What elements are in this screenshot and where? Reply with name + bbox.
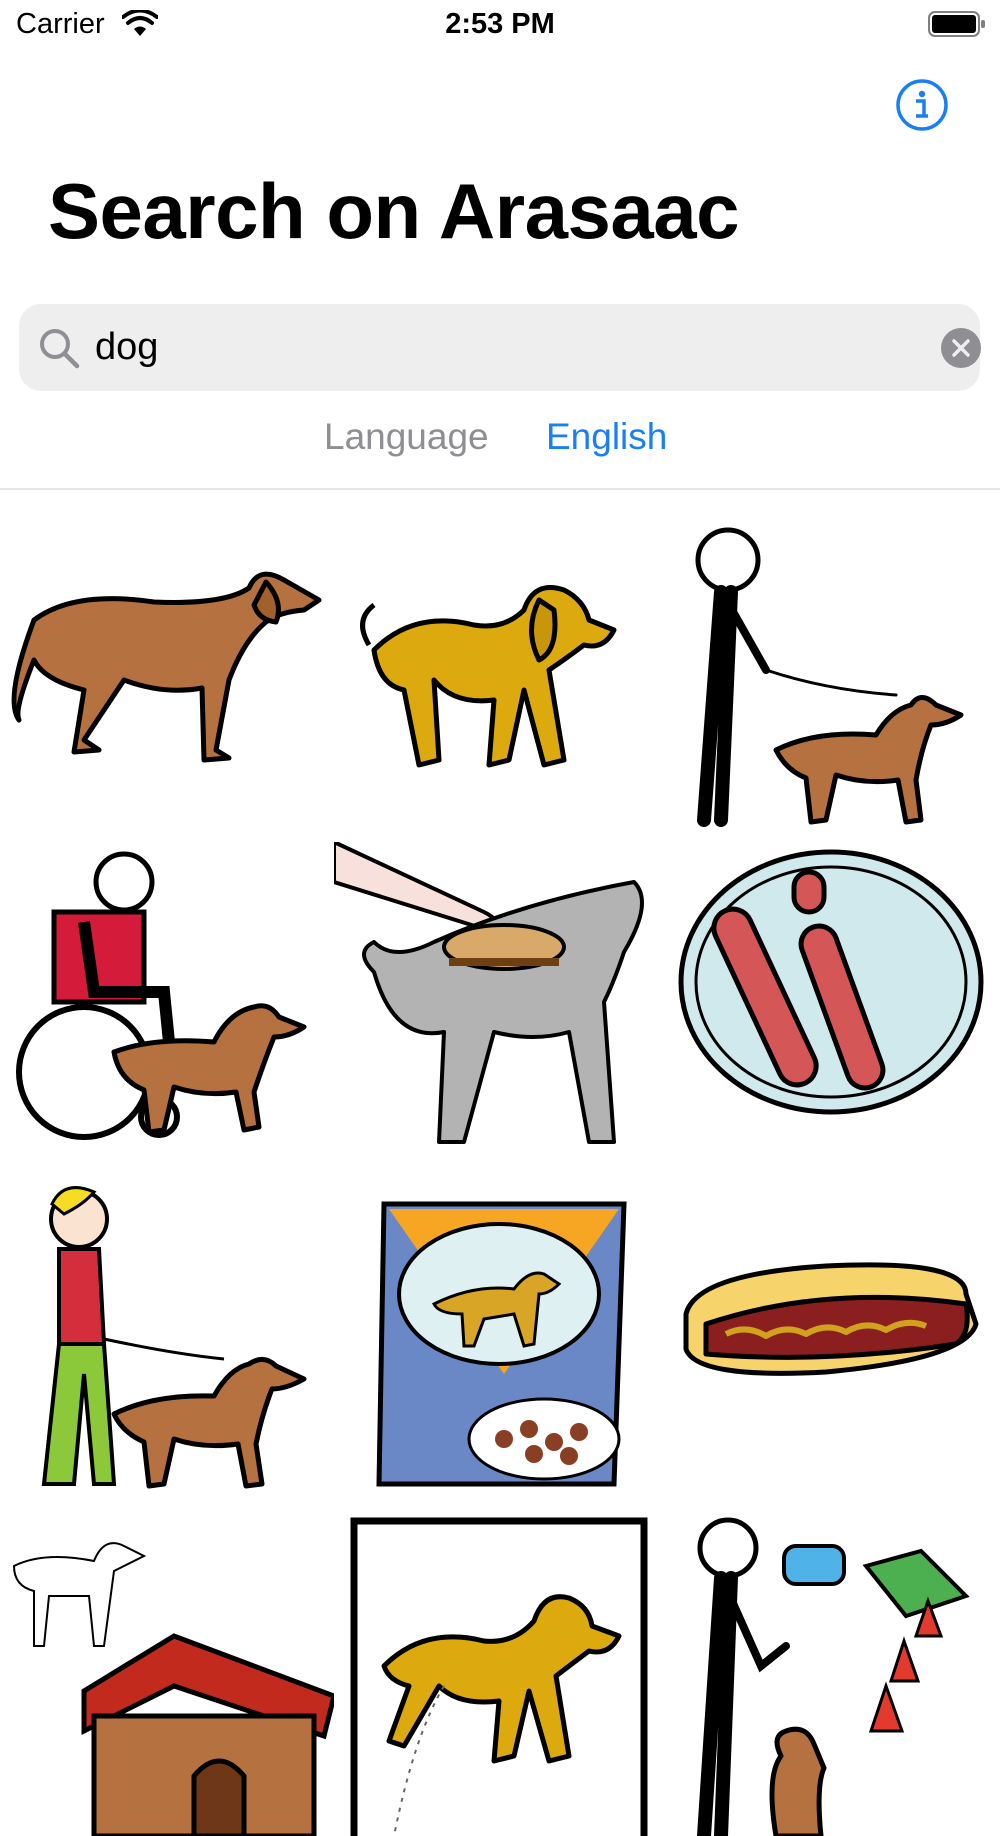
result-dog-2[interactable]: [334, 510, 664, 840]
search-input[interactable]: [95, 316, 915, 378]
sausages-plate-pictogram: [678, 849, 984, 1115]
dog-pictogram: [11, 571, 322, 763]
result-dog-urinating[interactable]: [334, 1506, 664, 1836]
result-dog-kennel[interactable]: [4, 1506, 334, 1836]
result-walking-the-dog[interactable]: [666, 510, 996, 840]
language-row: Language English: [0, 414, 1000, 470]
battery-icon: [928, 11, 985, 37]
result-sausages-on-plate[interactable]: [666, 842, 996, 1172]
dog-food-bag-pictogram: [376, 1201, 627, 1487]
status-time: 2:53 PM: [445, 8, 555, 40]
divider: [0, 488, 1000, 490]
result-wheelchair-with-assistance-dog[interactable]: [4, 842, 334, 1172]
result-dog-training[interactable]: [666, 1506, 996, 1836]
result-hot-dog[interactable]: [666, 1174, 996, 1504]
dog-training-pictogram: [697, 1517, 970, 1836]
person-walking-dog-pictogram: [695, 527, 964, 827]
language-selector[interactable]: English: [546, 416, 667, 458]
woman-walking-dog-pictogram: [41, 1186, 307, 1489]
search-icon: [40, 329, 80, 369]
language-label: Language: [324, 416, 489, 457]
result-brushing-dog[interactable]: [334, 842, 664, 1172]
search-bar[interactable]: [19, 304, 981, 391]
info-circle-icon[interactable]: [895, 78, 949, 132]
dog-pictogram: [360, 585, 617, 768]
dog-urinating-pictogram: [350, 1517, 648, 1836]
hot-dog-pictogram: [683, 1262, 979, 1376]
result-dog[interactable]: [4, 510, 334, 840]
results-grid: [0, 510, 1000, 1836]
result-dog-food-bag[interactable]: [334, 1174, 664, 1504]
brushing-dog-pictogram: [334, 842, 644, 1144]
page-title: Search on Arasaac: [48, 167, 740, 255]
dog-kennel-pictogram: [12, 1542, 334, 1836]
wheelchair-dog-pictogram: [16, 851, 307, 1140]
status-bar: Carrier 2:53 PM: [0, 0, 1000, 52]
result-woman-walking-dog[interactable]: [4, 1174, 334, 1504]
clear-circle-icon[interactable]: [941, 328, 981, 368]
